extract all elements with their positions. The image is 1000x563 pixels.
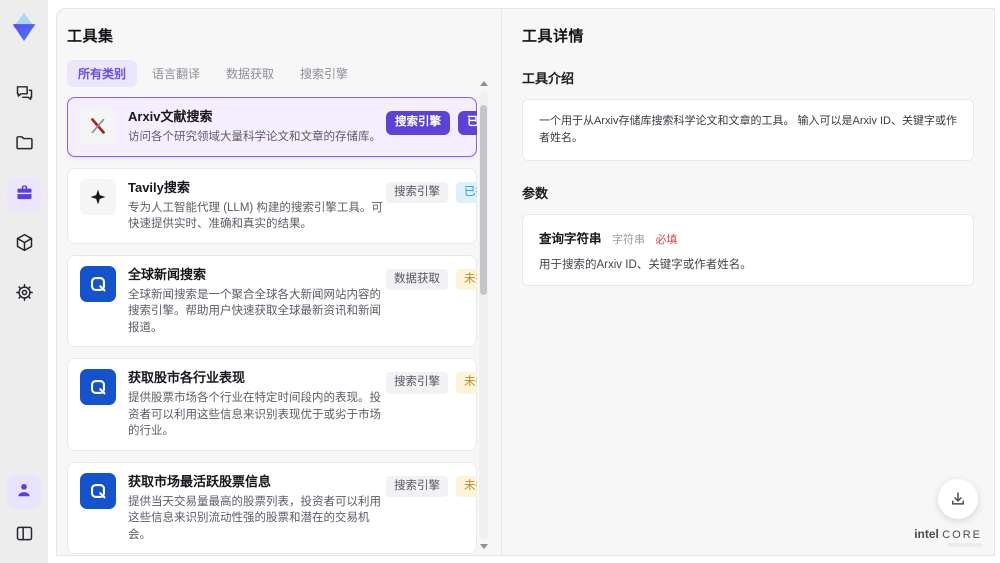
params-heading: 参数 [522, 186, 549, 201]
toolbox-icon [14, 182, 35, 208]
news-search-icon [80, 265, 116, 302]
list-scrollbar[interactable] [479, 81, 488, 549]
rail-button-folder-icon[interactable] [7, 128, 41, 162]
tool-tags: 搜索引擎 未授权 [386, 369, 477, 394]
tool-card[interactable]: Tavily搜索 专为人工智能代理 (LLM) 构建的搜索引擎工具。可快速提供实… [67, 167, 477, 244]
panel-toggle-icon [14, 523, 35, 549]
tool-name: 全球新闻搜索 [128, 266, 207, 282]
tool-card[interactable]: 全球新闻搜索 全球新闻搜索是一个聚合全球各大新闻网站内容的搜索引擎。帮助用户快速… [67, 254, 477, 347]
gem-logo-icon [12, 12, 36, 42]
brand-intel-text: intel [914, 527, 939, 541]
tool-card[interactable]: 获取股市各行业表现 提供股票市场各个行业在特定时间段内的表现。投资者可以利用这些… [67, 358, 477, 451]
detail-panel-title: 工具详情 [522, 28, 585, 45]
category-tab-4[interactable]: 搜索引擎 [289, 60, 359, 87]
tool-tags: 搜索引擎 未授权 [386, 473, 477, 497]
tools-panel-title: 工具集 [67, 28, 114, 45]
intro-heading: 工具介绍 [522, 71, 575, 86]
tool-description: 专为人工智能代理 (LLM) 构建的搜索引擎工具。可快速提供实时、准确和真实的结… [128, 201, 383, 231]
status-badge: 未授权 [456, 372, 477, 394]
tool-name: Arxiv文献搜索 [128, 109, 213, 124]
category-tabs: 所有类别 语言翻译 数据获取 搜索引擎 [67, 60, 477, 87]
category-tag: 搜索引擎 [386, 181, 448, 203]
news-search-icon [80, 472, 116, 509]
news-search-icon [80, 369, 116, 405]
params-card: 查询字符串 字符串 必填 用于搜索的Arxiv ID、关键字或作者姓名。 [522, 214, 974, 286]
rail-button-panel-toggle-icon[interactable] [7, 519, 41, 553]
app-logo[interactable] [5, 8, 43, 46]
tool-tags: 搜索引擎 已授权 [386, 108, 477, 135]
tool-name: 获取市场最活跃股票信息 [128, 473, 272, 489]
tool-tags: 搜索引擎 已授权 [386, 179, 477, 203]
cube-icon [14, 232, 35, 258]
param-name: 查询字符串 [539, 232, 602, 246]
rail-button-cube-icon[interactable] [7, 228, 41, 262]
main-shell: 工具集 所有类别 语言翻译 数据获取 搜索引擎 Arxiv文献搜索 访问各个研究领域大… [56, 8, 995, 556]
param-row: 查询字符串 字符串 必填 用于搜索的Arxiv ID、关键字或作者姓名。 [539, 228, 957, 272]
category-tab-1[interactable]: 所有类别 [67, 60, 138, 87]
rail-button-chat-icon[interactable] [7, 78, 41, 112]
param-type: 字符串 [611, 234, 645, 246]
status-badge: 已授权 [458, 111, 477, 135]
scroll-up-arrow-icon[interactable] [480, 81, 488, 86]
tool-description: 访问各个研究领域大量科学论文和文章的存储库。 [128, 131, 381, 143]
arxiv-logo-icon [80, 108, 116, 144]
folder-icon [14, 132, 35, 158]
param-description: 用于搜索的Arxiv ID、关键字或作者姓名。 [539, 259, 752, 271]
tool-name: Tavily搜索 [128, 179, 190, 195]
category-tag: 数据获取 [386, 268, 448, 290]
rail-button-toolbox-icon[interactable] [7, 178, 41, 212]
tool-name: 获取股市各行业表现 [128, 370, 246, 385]
tool-description: 提供当天交易量最高的股票列表，投资者可以利用这些信息来识别流动性强的股票和潜在的… [128, 495, 381, 541]
tool-tags: 数据获取 未授权 [386, 266, 477, 290]
scrollbar-thumb[interactable] [480, 105, 487, 295]
scroll-down-arrow-icon[interactable] [480, 544, 488, 549]
intro-card: 一个用于从Arxiv存储库搜索科学论文和文章的工具。 输入可以是Arxiv ID… [522, 99, 974, 161]
tool-description: 全球新闻搜索是一个聚合全球各大新闻网站内容的搜索引擎。帮助用户快速获取全球最新资… [128, 288, 381, 334]
status-badge: 未授权 [456, 475, 477, 497]
tool-list: Arxiv文献搜索 访问各个研究领域大量科学论文和文章的存储库。 搜索引擎 已授… [67, 97, 477, 555]
status-badge: 已授权 [456, 181, 477, 203]
category-tag: 搜索引擎 [386, 475, 448, 497]
rail-button-profile-icon[interactable] [7, 475, 41, 509]
tool-card[interactable]: Arxiv文献搜索 访问各个研究领域大量科学论文和文章的存储库。 搜索引擎 已授… [67, 97, 477, 157]
tools-list-panel: 工具集 所有类别 语言翻译 数据获取 搜索引擎 Arxiv文献搜索 访问各个研究领域大… [57, 9, 501, 555]
brand-core-text: CORE [942, 529, 982, 541]
category-tag: 搜索引擎 [386, 111, 450, 135]
tool-detail-panel: 工具详情 工具介绍 一个用于从Arxiv存储库搜索科学论文和文章的工具。 输入可… [501, 9, 994, 555]
download-icon [952, 492, 964, 505]
rail-button-gear-icon[interactable] [7, 278, 41, 312]
gear-icon [14, 282, 35, 308]
left-rail [0, 0, 48, 563]
tool-card[interactable]: 获取市场最活跃股票信息 提供当天交易量最高的股票列表，投资者可以利用这些信息来识… [67, 461, 477, 554]
profile-icon [14, 480, 34, 505]
intel-core-badge: intel CORE [914, 527, 982, 547]
category-tab-2[interactable]: 语言翻译 [141, 60, 211, 87]
chat-icon [14, 82, 35, 108]
category-tag: 搜索引擎 [386, 372, 448, 394]
tool-description: 提供股票市场各个行业在特定时间段内的表现。投资者可以利用这些信息来识别表现优于或… [128, 392, 381, 437]
brand-sub-mark [948, 543, 982, 547]
download-button[interactable] [938, 479, 978, 519]
category-tab-3[interactable]: 数据获取 [215, 60, 285, 87]
intro-text: 一个用于从Arxiv存储库搜索科学论文和文章的工具。 输入可以是Arxiv ID… [539, 115, 957, 144]
status-badge: 未授权 [456, 268, 477, 290]
scrollbar-track[interactable] [479, 91, 488, 539]
param-required-badge: 必填 [655, 234, 678, 246]
sparkle-icon [80, 178, 116, 215]
